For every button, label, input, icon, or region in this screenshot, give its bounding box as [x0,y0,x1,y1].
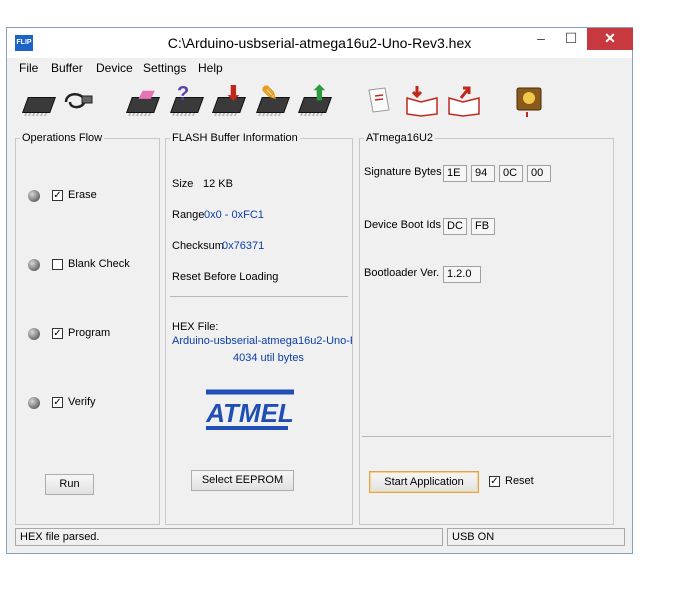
flash-buffer-legend: FLASH Buffer Information [172,132,298,144]
operations-flow-group: Operations Flow ✓ Erase Blank Check ✓ Pr… [15,132,160,525]
signature-byte-2: 94 [471,165,495,182]
run-button[interactable]: Run [45,474,94,495]
size-value: 12 KB [203,178,233,190]
blank-check-checkbox[interactable] [52,259,63,270]
maximize-button[interactable]: ☐ [557,28,585,50]
select-device-icon[interactable] [21,84,56,118]
blank-check-status-led [28,259,40,271]
checksum-label: Checksum [172,240,224,252]
signature-byte-1: 1E [443,165,467,182]
menu-file[interactable]: File [19,61,38,75]
erase-label: Erase [68,189,97,201]
boot-id-1: DC [443,218,467,235]
help-book-icon[interactable] [513,84,547,118]
status-message: HEX file parsed. [15,528,443,546]
program-chip-icon[interactable]: ⬇ [211,83,246,118]
up-arrow-glyph: ⬆ [311,83,328,105]
status-bar: HEX file parsed. USB ON [15,528,625,546]
verify-checkbox[interactable]: ✓ [52,397,63,408]
close-button[interactable]: ✕ [587,28,633,50]
range-value: 0x0 - 0xFC1 [204,209,264,221]
atmel-logo: ATMEL [200,388,300,439]
chip-shape [22,97,56,113]
magnifier-glyph: ✎ [261,83,278,105]
device-divider [362,436,611,437]
reset-before-loading-label: Reset Before Loading [172,271,279,283]
bootloader-version-label: Bootloader Ver. [364,267,440,279]
program-status-led [28,328,40,340]
usb-status: USB ON [447,528,625,546]
usb-cable-graphic [64,93,93,109]
signature-byte-3: 0C [499,165,523,182]
signature-byte-4: 00 [527,165,551,182]
erase-status-led [28,190,40,202]
main-window: FLIP C:\Arduino-usbserial-atmega16u2-Uno… [6,27,633,554]
bootloader-version: 1.2.0 [443,266,481,283]
start-application-button[interactable]: Start Application [369,471,479,493]
device-boot-ids-label: Device Boot Ids [364,219,442,231]
erase-checkbox[interactable]: ✓ [52,190,63,201]
title-bar: FLIP C:\Arduino-usbserial-atmega16u2-Uno… [7,28,633,58]
program-checkbox[interactable]: ✓ [52,328,63,339]
size-label: Size [172,178,194,190]
minimize-button[interactable]: – [527,28,555,50]
reset-label: Reset [505,475,534,487]
down-arrow-glyph: ⬇ [225,83,242,105]
question-mark-glyph: ? [177,83,190,105]
boot-id-2: FB [471,218,495,235]
eraser-glyph: ▰ [139,83,155,105]
menu-help[interactable]: Help [198,61,223,75]
menu-bar: File Buffer Device Settings Help [7,58,632,78]
svg-text:ATMEL: ATMEL [205,398,294,428]
hex-file-label: HEX File: [172,321,219,333]
usb-connection-icon[interactable] [62,84,96,118]
hex-file-name: Arduino-usbserial-atmega16u2-Uno-R [172,335,352,347]
edit-buffer-icon[interactable] [405,84,439,118]
signature-bytes-label: Signature Bytes [364,166,442,178]
reset-checkbox[interactable]: ✓ [489,476,500,487]
program-label: Program [68,327,111,339]
range-label: Range [172,209,205,221]
blank-check-label: Blank Check [68,258,130,270]
select-eeprom-button[interactable]: Select EEPROM [191,470,294,491]
verify-chip-icon[interactable]: ✎ [255,83,290,118]
device-legend: ATmega16U2 [366,132,434,144]
menu-settings[interactable]: Settings [143,61,186,75]
toolbar: ▰ ? ⬇ ✎ ⬆ [7,80,632,128]
menu-device[interactable]: Device [96,61,133,75]
read-chip-icon[interactable]: ⬆ [297,83,332,118]
help-book-graphic [516,87,542,117]
save-buffer-icon[interactable] [447,84,481,118]
load-hex-icon[interactable] [363,84,397,118]
verify-status-led [28,397,40,409]
book-arrow-graphic [448,86,480,117]
device-group: ATmega16U2 Signature Bytes 1E 94 0C 00 D… [359,132,614,525]
menu-buffer[interactable]: Buffer [51,61,83,75]
document-graphic [368,87,390,113]
operations-flow-legend: Operations Flow [22,132,103,144]
verify-label: Verify [68,396,96,408]
flash-buffer-group: FLASH Buffer Information Size 12 KB Rang… [165,132,353,525]
erase-chip-icon[interactable]: ▰ [125,83,160,118]
util-bytes-text: 4034 util bytes [233,352,304,364]
checksum-value: 0x76371 [222,240,265,252]
blank-check-chip-icon[interactable]: ? [169,83,204,118]
book-arrow-graphic [406,86,438,117]
flash-divider [170,296,348,297]
